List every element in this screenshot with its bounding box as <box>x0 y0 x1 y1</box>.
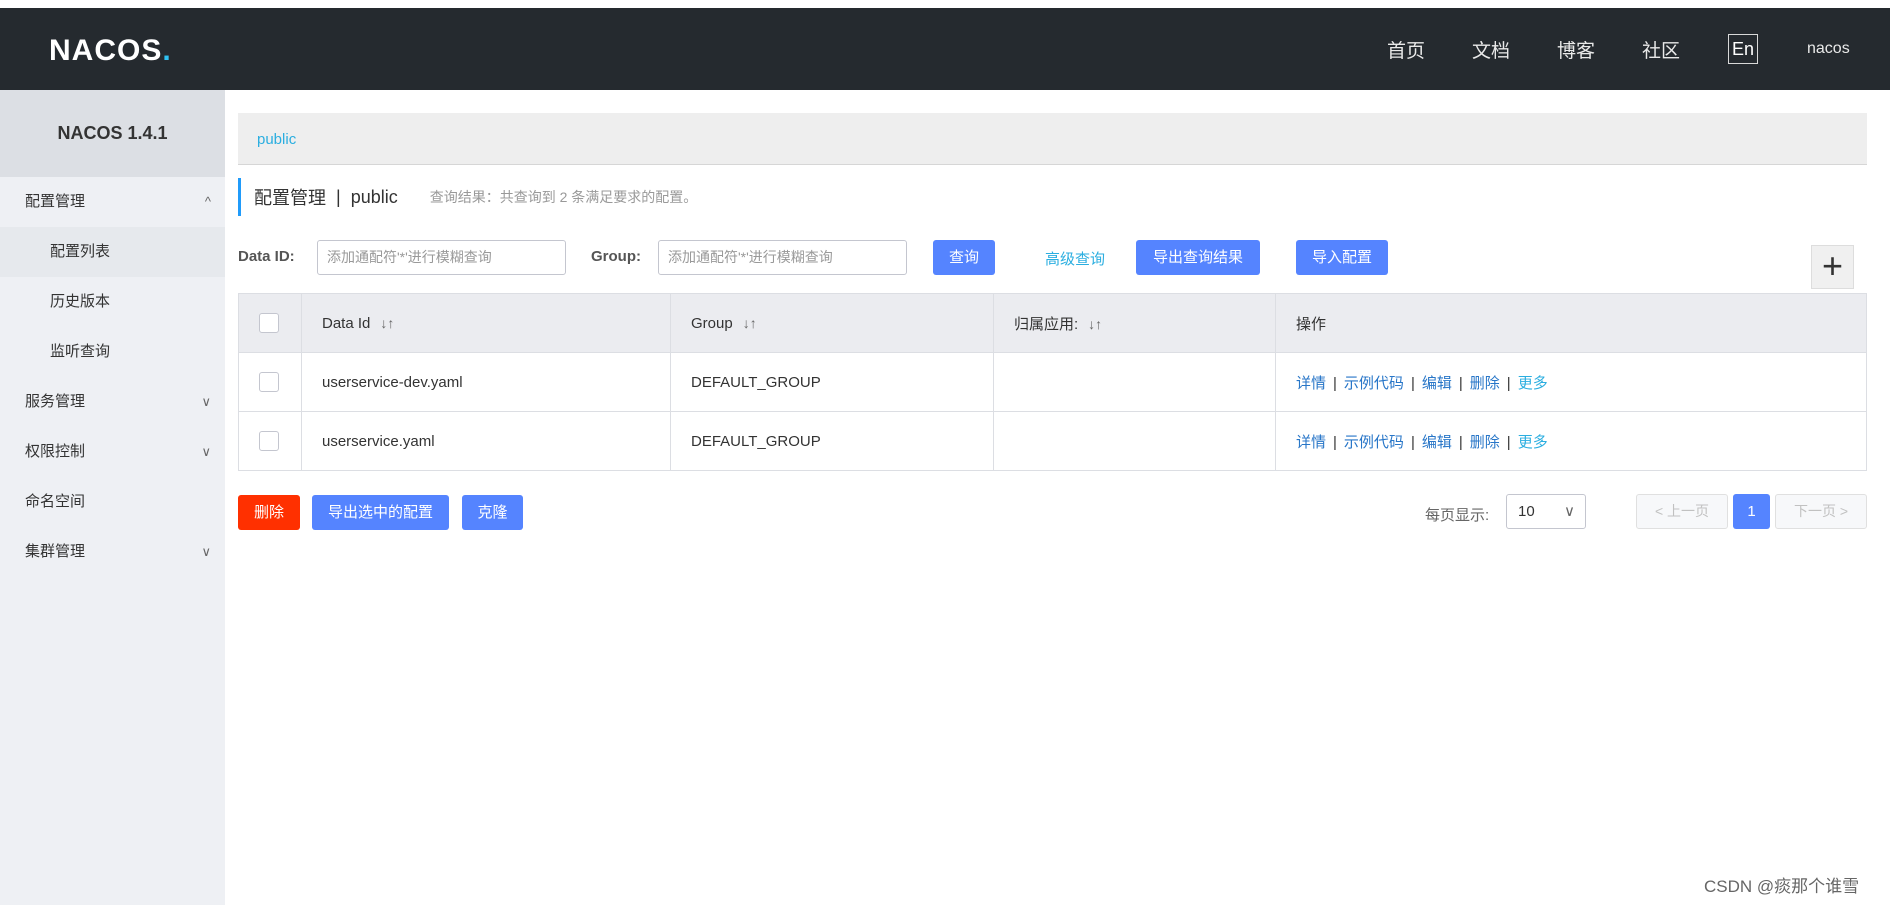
add-config-button[interactable]: + <box>1811 245 1854 289</box>
sidebar-title: NACOS 1.4.1 <box>0 90 225 177</box>
data-id-label: Data ID: <box>238 248 295 265</box>
query-result-text: 查询结果：共查询到 2 条满足要求的配置。 <box>429 189 698 205</box>
sidebar-item-label: 权限控制 <box>25 443 86 460</box>
sort-icon[interactable]: ↓↑ <box>1088 316 1102 332</box>
sidebar-item-config-list[interactable]: 配置列表 <box>0 227 225 277</box>
title-separator: | <box>336 186 341 207</box>
group-label: Group: <box>591 248 641 265</box>
sidebar-item-cluster-management[interactable]: 集群管理 ∨ <box>0 527 225 577</box>
column-header-actions: 操作 <box>1275 293 1867 353</box>
cell-group: DEFAULT_GROUP <box>670 352 994 412</box>
nav-docs[interactable]: 文档 <box>1472 36 1510 63</box>
sidebar-item-history[interactable]: 历史版本 <box>0 277 225 327</box>
bulk-delete-button[interactable]: 删除 <box>238 495 300 530</box>
chevron-up-icon: ^ <box>204 194 211 209</box>
sidebar-item-config-management[interactable]: 配置管理 ^ <box>0 177 225 227</box>
column-header-data-id[interactable]: Data Id ↓↑ <box>301 293 671 353</box>
delete-link[interactable]: 删除 <box>1470 375 1500 392</box>
watermark: CSDN @痰那个谁雪 <box>1704 877 1860 896</box>
select-all-checkbox[interactable] <box>259 313 279 333</box>
row-checkbox-cell <box>238 352 302 412</box>
top-navbar: NACOS. 首页 文档 博客 社区 En nacos <box>0 8 1890 90</box>
column-header-group[interactable]: Group ↓↑ <box>670 293 994 353</box>
cell-data-id: userservice.yaml <box>301 411 671 471</box>
page-title-namespace: public <box>350 186 398 207</box>
chevron-down-icon: ∨ <box>201 544 211 559</box>
page-size-select[interactable]: 10 ∨ <box>1506 494 1586 529</box>
sidebar-item-label: 命名空间 <box>25 493 86 510</box>
more-link[interactable]: 更多 <box>1518 434 1548 451</box>
cell-group: DEFAULT_GROUP <box>670 411 994 471</box>
nav-blog[interactable]: 博客 <box>1557 36 1595 63</box>
sort-icon[interactable]: ↓↑ <box>743 315 757 331</box>
import-config-button[interactable]: 导入配置 <box>1296 240 1388 275</box>
top-strip <box>0 0 1890 8</box>
sort-icon[interactable]: ↓↑ <box>380 315 394 331</box>
more-link[interactable]: 更多 <box>1518 375 1548 392</box>
namespace-public-link[interactable]: public <box>257 131 296 148</box>
sidebar-item-service-management[interactable]: 服务管理 ∨ <box>0 377 225 427</box>
edit-link[interactable]: 编辑 <box>1422 434 1452 451</box>
cell-data-id: userservice-dev.yaml <box>301 352 671 412</box>
group-input[interactable]: 添加通配符'*'进行模糊查询 <box>658 240 907 275</box>
current-page-button[interactable]: 1 <box>1733 494 1770 529</box>
chevron-down-icon: ∨ <box>1564 503 1575 520</box>
sidebar-item-label: 服务管理 <box>25 393 86 410</box>
nacos-logo[interactable]: NACOS. <box>49 34 172 68</box>
sidebar-item-label: 监听查询 <box>50 343 111 360</box>
prev-page-button[interactable]: < 上一页 <box>1636 494 1728 529</box>
clone-button[interactable]: 克隆 <box>462 495 523 530</box>
sidebar-item-label: 配置管理 <box>25 193 86 210</box>
detail-link[interactable]: 详情 <box>1296 434 1326 451</box>
cell-app <box>993 352 1276 412</box>
data-id-input[interactable]: 添加通配符'*'进行模糊查询 <box>317 240 566 275</box>
export-selected-button[interactable]: 导出选中的配置 <box>312 495 449 530</box>
username[interactable]: nacos <box>1807 40 1850 58</box>
column-header-app[interactable]: 归属应用: ↓↑ <box>993 293 1276 353</box>
table-row: userservice.yaml DEFAULT_GROUP 详情 | 示例代码 | 编… <box>238 411 1867 471</box>
sample-code-link[interactable]: 示例代码 <box>1344 375 1404 392</box>
table-header-row: Data Id ↓↑ Group ↓↑ 归属应用: ↓↑ 操作 <box>238 293 1867 353</box>
header-checkbox-cell <box>238 293 302 353</box>
nav-community[interactable]: 社区 <box>1642 36 1680 63</box>
chevron-down-icon: ∨ <box>201 444 211 459</box>
sidebar-item-namespace[interactable]: 命名空间 <box>0 477 225 527</box>
advanced-query-link[interactable]: 高级查询 <box>1045 248 1105 269</box>
sidebar-item-label: 集群管理 <box>25 543 86 560</box>
export-results-button[interactable]: 导出查询结果 <box>1136 240 1260 275</box>
query-button[interactable]: 查询 <box>933 240 995 275</box>
language-toggle-button[interactable]: En <box>1728 34 1758 64</box>
namespace-bar: public <box>238 113 1867 165</box>
page-size-label: 每页显示: <box>1425 507 1490 524</box>
delete-link[interactable]: 删除 <box>1470 434 1500 451</box>
sidebar-item-label: 历史版本 <box>50 293 111 310</box>
table-row: userservice-dev.yaml DEFAULT_GROUP 详情 | 示例… <box>238 352 1867 412</box>
page-title-text: 配置管理 <box>254 188 326 208</box>
config-table: Data Id ↓↑ Group ↓↑ 归属应用: ↓↑ 操作 userservice… <box>238 293 1867 471</box>
main-content: public 配置管理 | public 查询结果：共查询到 2 条满足要求的配… <box>225 90 1890 905</box>
cell-app <box>993 411 1276 471</box>
cell-actions: 详情 | 示例代码 | 编辑 | 删除 | 更多 <box>1275 352 1867 412</box>
row-checkbox[interactable] <box>259 372 279 392</box>
row-checkbox-cell <box>238 411 302 471</box>
next-page-button[interactable]: 下一页 > <box>1775 494 1867 529</box>
detail-link[interactable]: 详情 <box>1296 375 1326 392</box>
sidebar: NACOS 1.4.1 配置管理 ^ 配置列表 历史版本 监听查询 服务管理 ∨… <box>0 90 225 905</box>
sidebar-item-access-control[interactable]: 权限控制 ∨ <box>0 427 225 477</box>
cell-actions: 详情 | 示例代码 | 编辑 | 删除 | 更多 <box>1275 411 1867 471</box>
page-title: 配置管理 | public 查询结果：共查询到 2 条满足要求的配置。 <box>238 178 697 216</box>
row-checkbox[interactable] <box>259 431 279 451</box>
sidebar-item-label: 配置列表 <box>50 243 111 260</box>
sample-code-link[interactable]: 示例代码 <box>1344 434 1404 451</box>
nav-home[interactable]: 首页 <box>1387 36 1425 63</box>
sidebar-item-listener-query[interactable]: 监听查询 <box>0 327 225 377</box>
chevron-down-icon: ∨ <box>201 394 211 409</box>
edit-link[interactable]: 编辑 <box>1422 375 1452 392</box>
